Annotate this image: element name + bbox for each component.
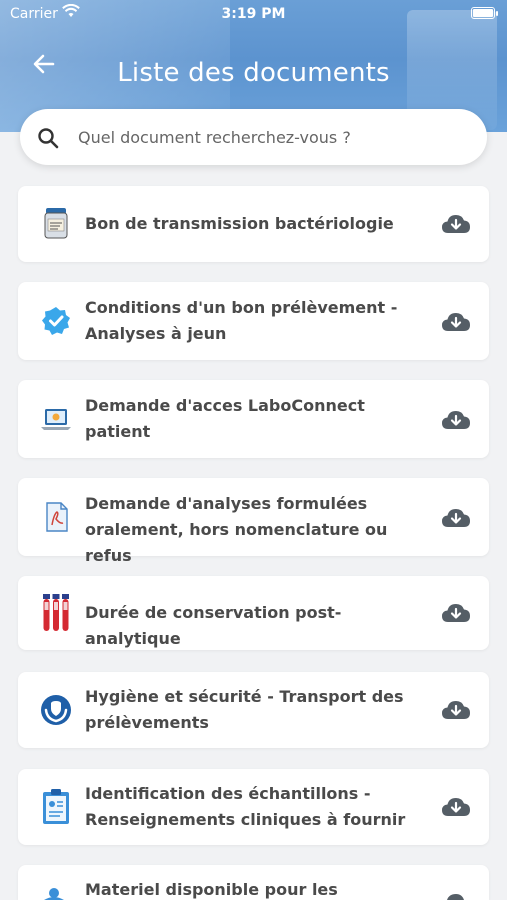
cloud-download-icon[interactable]: [441, 506, 471, 530]
document-title: Bon de transmission bactériologie: [85, 214, 394, 233]
cloud-download-icon[interactable]: [441, 795, 471, 819]
clock: 3:19 PM: [221, 6, 286, 22]
document-title: Identification des échantillons - Rensei…: [85, 784, 406, 829]
cloud-download-icon[interactable]: [441, 408, 471, 432]
cloud-download-icon[interactable]: [441, 698, 471, 722]
document-title: Conditions d'un bon prélèvement - Analys…: [85, 298, 398, 343]
pdf-document-icon: [46, 502, 68, 532]
cloud-download-icon[interactable]: [441, 310, 471, 334]
search-icon: [38, 128, 59, 149]
clipboard-icon: [43, 789, 69, 824]
document-title: Hygiène et sécurité - Transport des prél…: [85, 687, 404, 732]
cloud-download-icon[interactable]: [441, 212, 471, 236]
verified-badge-icon: [42, 307, 70, 335]
document-title: Demande d'acces LaboConnect patient: [85, 396, 365, 441]
document-item[interactable]: Bon de transmission bactériologie: [18, 186, 489, 262]
cloud-download-icon[interactable]: [441, 893, 471, 900]
laptop-icon: [41, 409, 71, 430]
document-title: Durée de conservation post-analytique: [85, 603, 342, 648]
document-title: Demande d'analyses formulées oralement, …: [85, 494, 388, 565]
document-item[interactable]: Demande d'acces LaboConnect patient: [18, 380, 489, 458]
document-item[interactable]: Identification des échantillons - Rensei…: [18, 769, 489, 845]
document-item[interactable]: Conditions d'un bon prélèvement - Analys…: [18, 282, 489, 360]
status-bar: Carrier 3:19 PM: [0, 0, 507, 28]
battery-icon: [471, 7, 498, 19]
document-item[interactable]: Demande d'analyses formulées oralement, …: [18, 478, 489, 565]
document-item[interactable]: Materiel disponible pour les: [18, 865, 489, 900]
test-tubes-icon: [43, 594, 69, 631]
sample-jar-icon: [44, 208, 68, 239]
cloud-download-icon[interactable]: [441, 601, 471, 625]
document-item[interactable]: Hygiène et sécurité - Transport des prél…: [18, 672, 489, 748]
document-title: Materiel disponible pour les: [85, 880, 338, 899]
person-icon: [44, 888, 64, 900]
document-item[interactable]: Durée de conservation post-analytique: [18, 576, 489, 650]
page-title: Liste des documents: [117, 58, 390, 88]
hands-shield-icon: [41, 695, 71, 725]
search-input[interactable]: [78, 122, 458, 152]
